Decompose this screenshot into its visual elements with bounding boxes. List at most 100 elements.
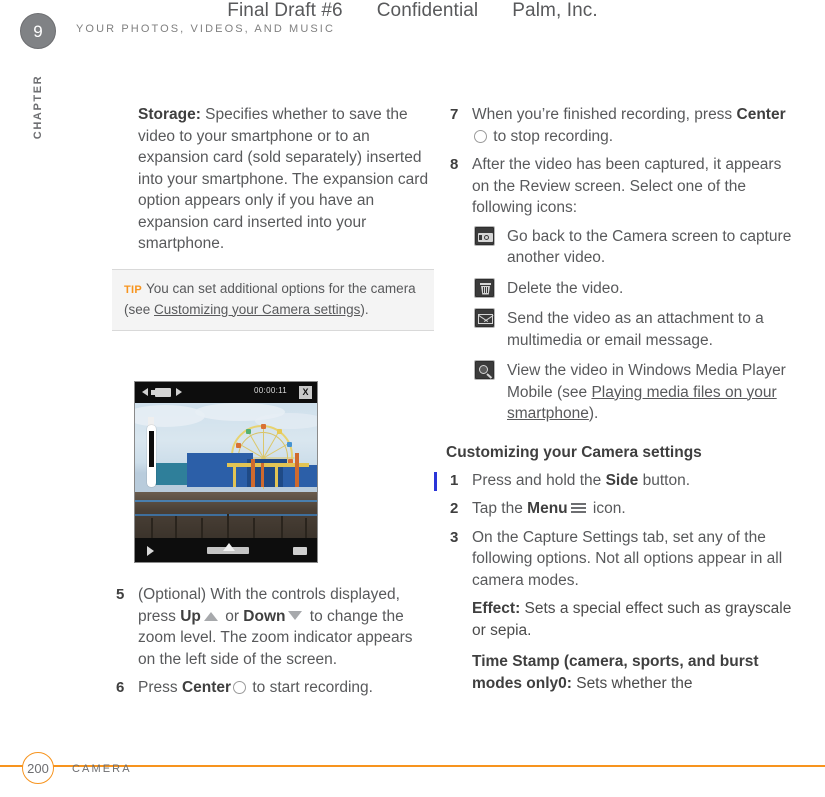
step-7: 7 When you’re finished recording, press …: [446, 104, 798, 147]
icon-row-camera-text: Go back to the Camera screen to capture …: [507, 227, 792, 267]
step-6-bold-center: Center: [181, 679, 232, 696]
storage-lead: Storage:: [138, 106, 201, 123]
pier-post: [175, 516, 177, 538]
tip-text-after: ).: [360, 301, 369, 317]
pier-railing: [135, 500, 317, 502]
page-number: 200: [27, 760, 49, 776]
option-effect-lead: Effect:: [472, 600, 521, 617]
tip-label: TIP: [124, 283, 143, 296]
option-effect: Effect: Sets a special effect such as gr…: [446, 598, 798, 641]
magnifier-icon[interactable]: [474, 360, 495, 380]
play-icon[interactable]: [147, 546, 154, 556]
tip-box: TIP You can set additional options for th…: [112, 268, 434, 331]
step-5-bold-up: Up: [180, 607, 201, 625]
footer-label: CAMERA: [72, 763, 132, 775]
step-7-text-1: When you’re finished recording, press: [472, 106, 737, 123]
option-time-stamp: Time Stamp (camera, sports, and burst mo…: [446, 651, 798, 694]
camera-mode-icon[interactable]: [151, 388, 171, 397]
review-icon-list: Go back to the Camera screen to capture …: [446, 225, 798, 425]
step-1-text-1: Press and hold the: [472, 471, 606, 489]
chapter-number: 9: [33, 21, 43, 41]
chapter-title: YOUR PHOTOS, VIDEOS, AND MUSIC: [76, 23, 335, 35]
step-2: 2 Tap the Menu icon.: [446, 498, 798, 520]
close-icon[interactable]: X: [299, 386, 312, 399]
screenshot-top-bar: 00:00:11 X: [135, 382, 317, 403]
viewfinder-image: [135, 403, 317, 538]
triangle-down-icon: [288, 610, 303, 620]
menu-button-icon[interactable]: [293, 547, 307, 555]
zoom-slider-knob[interactable]: [223, 543, 235, 551]
icon-row-view-text: View the video in Windows Media Player M…: [507, 360, 798, 425]
icon-row-view: View the video in Windows Media Player M…: [446, 360, 798, 425]
trash-icon[interactable]: [474, 277, 495, 298]
pier-post: [201, 518, 203, 538]
left-steps: 5 (Optional) With the controls displayed…: [112, 584, 434, 706]
icon-row-send: Send the video as an attachment to a mul…: [446, 308, 798, 351]
triangle-up-icon: [203, 611, 218, 621]
menu-icon: [570, 503, 586, 514]
envelope-icon[interactable]: [474, 308, 495, 328]
step-1: 1 Press and hold the Side button.: [434, 470, 798, 492]
pier-post: [151, 518, 153, 538]
storage-paragraph: Storage: Specifies whether to save the v…: [112, 104, 434, 255]
circle-button-icon: [474, 129, 487, 143]
change-bar: [434, 471, 437, 491]
step-2-number: 2: [450, 500, 459, 517]
header-classification: Confidential: [376, 0, 479, 21]
cloud-shape: [135, 405, 205, 427]
camera-icon[interactable]: [474, 225, 495, 246]
circle-button-icon: [233, 681, 247, 694]
pier-building: [187, 453, 253, 487]
option-effect-text: Sets a special effect such as grayscale …: [472, 600, 792, 639]
step-3-text: On the Capture Settings tab, set any of …: [472, 528, 783, 589]
chapter-word-label: CHAPTER: [22, 62, 54, 152]
step-7-text-2: to stop recording.: [489, 127, 614, 145]
step-5-bold-down: Down: [243, 607, 286, 625]
step-1-text-2: button.: [638, 471, 691, 489]
step-5: 5 (Optional) With the controls displayed…: [112, 584, 434, 670]
step-3-number: 3: [450, 528, 459, 546]
storage-text: Specifies whether to save the video to y…: [138, 106, 429, 252]
icon-row-camera: Go back to the Camera screen to capture …: [446, 225, 798, 269]
step-7-bold-center: Center: [736, 106, 786, 123]
coaster-support: [295, 453, 299, 487]
step-2-bold-menu: Menu: [527, 500, 568, 517]
step-5-number: 5: [116, 586, 125, 603]
step-5-text-2: or: [220, 607, 244, 625]
header-company: Palm, Inc.: [512, 0, 598, 21]
step-2-text-2: icon.: [588, 500, 626, 517]
step-1-number: 1: [450, 471, 459, 489]
pier-post: [253, 518, 255, 538]
step-2-text-1: Tap the: [472, 500, 528, 517]
step-6: 6 Press Center to start recording.: [112, 677, 434, 699]
step-8: 8 After the video has been captured, it …: [446, 154, 798, 219]
recording-timer: 00:00:11: [254, 386, 287, 395]
icon-row-view-text-after: ).: [588, 405, 599, 422]
chapter-number-badge: 9: [20, 13, 56, 49]
pier-building: [283, 465, 317, 487]
step-6-text-1: Press: [138, 679, 182, 696]
icon-row-delete: Delete the video.: [446, 277, 798, 300]
left-column: Storage: Specifies whether to save the v…: [112, 104, 434, 696]
camera-review-screenshot: 00:00:11 X: [134, 381, 318, 563]
pier-post: [281, 516, 283, 538]
step-6-text-2: to start recording.: [248, 679, 373, 696]
step-7-number: 7: [450, 106, 459, 123]
previous-arrow-icon[interactable]: [142, 388, 148, 396]
section-heading: Customizing your Camera settings: [446, 443, 702, 461]
step-8-text: After the video has been captured, it ap…: [472, 156, 782, 216]
step-8-number: 8: [450, 156, 459, 173]
screenshot-bottom-bar: [135, 538, 317, 562]
coaster-support: [275, 465, 278, 487]
coaster-support: [261, 463, 264, 487]
chapter-word-text: CHAPTER: [32, 74, 44, 140]
option-time-stamp-text: Sets whether the: [571, 674, 693, 692]
next-arrow-icon[interactable]: [176, 388, 182, 396]
icon-row-send-text: Send the video as an attachment to a mul…: [507, 310, 764, 349]
step-3: 3 On the Capture Settings tab, set any o…: [446, 527, 798, 592]
tip-link[interactable]: Customizing your Camera settings: [154, 302, 360, 317]
page-number-badge: 200: [22, 752, 54, 784]
pier-post: [227, 514, 229, 538]
coaster-support: [233, 465, 236, 487]
coaster-support: [251, 459, 255, 487]
